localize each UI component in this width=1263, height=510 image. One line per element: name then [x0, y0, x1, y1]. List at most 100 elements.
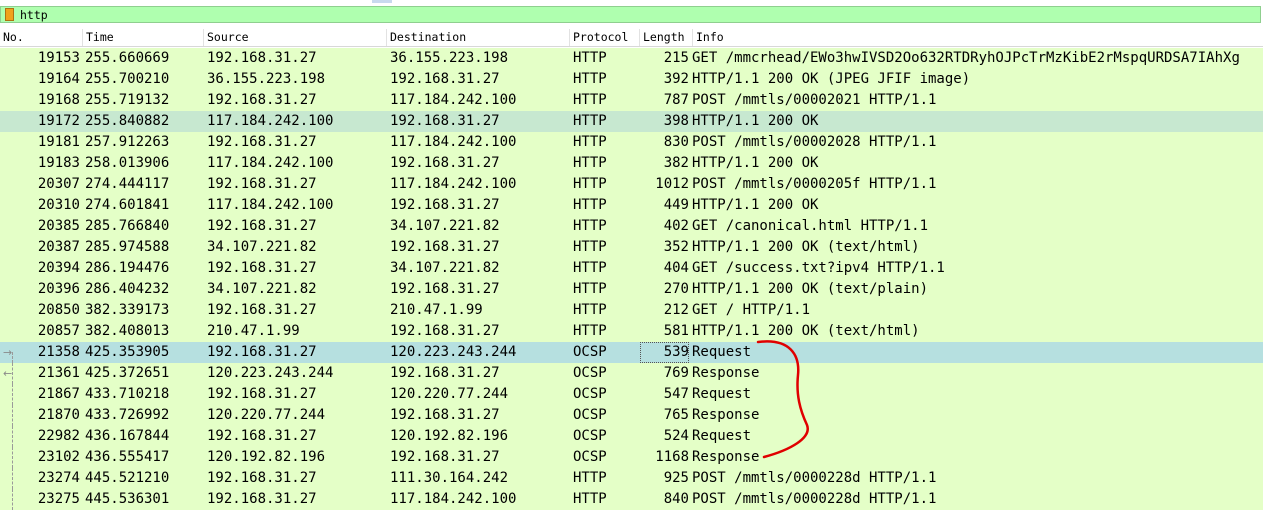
- table-row[interactable]: 23274 445.521210 192.168.31.27 111.30.164.2…: [0, 468, 1263, 489]
- packet-protocol: HTTP: [573, 302, 607, 318]
- packet-protocol: HTTP: [573, 281, 607, 297]
- packet-length: 1012: [655, 176, 689, 192]
- packet-source: 120.220.77.244: [207, 407, 326, 423]
- column-header-length[interactable]: Length: [639, 29, 692, 46]
- packet-length: 787: [663, 92, 689, 108]
- table-row[interactable]: 21867 433.710218 192.168.31.27 120.220.77.2…: [0, 384, 1263, 405]
- table-row[interactable]: 19181 257.912263 192.168.31.27 117.184.242.…: [0, 132, 1263, 153]
- packet-info: POST /mmtls/0000228d HTTP/1.1: [692, 491, 937, 507]
- packet-number: 20387: [37, 239, 80, 255]
- column-header-no[interactable]: No.: [0, 29, 82, 46]
- column-header-info[interactable]: Info: [692, 29, 1263, 46]
- packet-destination: 117.184.242.100: [390, 92, 517, 108]
- packet-time: 255.719132: [85, 92, 170, 108]
- packet-destination: 192.168.31.27: [390, 407, 500, 423]
- display-filter-input[interactable]: http: [20, 8, 48, 22]
- packet-source: 192.168.31.27: [207, 218, 317, 234]
- packet-protocol: HTTP: [573, 218, 607, 234]
- packet-destination: 192.168.31.27: [390, 323, 500, 339]
- packet-time: 255.840882: [85, 113, 170, 129]
- packet-destination: 192.168.31.27: [390, 365, 500, 381]
- packet-info: Response: [692, 365, 760, 381]
- packet-destination: 192.168.31.27: [390, 71, 500, 87]
- table-row[interactable]: 20857 382.408013 210.47.1.99 192.168.31.27 H…: [0, 321, 1263, 342]
- table-row[interactable]: 23102 436.555417 120.192.82.196 192.168.31.…: [0, 447, 1263, 468]
- packet-time: 436.555417: [85, 449, 170, 465]
- toolbar-edge: [372, 0, 392, 3]
- packet-protocol: HTTP: [573, 491, 607, 507]
- packet-source: 120.192.82.196: [207, 449, 326, 465]
- packet-source: 120.223.243.244: [207, 365, 334, 381]
- table-row[interactable]: 22982 436.167844 192.168.31.27 120.192.82.1…: [0, 426, 1263, 447]
- packet-length: 1168: [655, 449, 689, 465]
- table-row[interactable]: 19168 255.719132 192.168.31.27 117.184.242.…: [0, 90, 1263, 111]
- packet-info: Response: [692, 407, 760, 423]
- packet-time: 382.408013: [85, 323, 170, 339]
- packet-number: 23275: [37, 491, 80, 507]
- packet-length: 382: [663, 155, 689, 171]
- table-row[interactable]: 19164 255.700210 36.155.223.198 192.168.31.…: [0, 69, 1263, 90]
- display-filter-bar[interactable]: http: [0, 6, 1261, 23]
- table-row[interactable]: 19183 258.013906 117.184.242.100 192.168.31…: [0, 153, 1263, 174]
- packet-length: 352: [663, 239, 689, 255]
- table-row[interactable]: 20310 274.601841 117.184.242.100 192.168.31…: [0, 195, 1263, 216]
- packet-info: HTTP/1.1 200 OK (JPEG JFIF image): [692, 71, 971, 87]
- packet-number: 20394: [37, 260, 80, 276]
- packet-info: GET /success.txt?ipv4 HTTP/1.1: [692, 260, 945, 276]
- packet-length: 270: [663, 281, 689, 297]
- packet-source: 192.168.31.27: [207, 50, 317, 66]
- table-row[interactable]: 20394 286.194476 192.168.31.27 34.107.221.8…: [0, 258, 1263, 279]
- packet-protocol: HTTP: [573, 50, 607, 66]
- packet-source: 34.107.221.82: [207, 239, 317, 255]
- packet-number: 21361: [37, 365, 80, 381]
- packet-number: 20850: [37, 302, 80, 318]
- packet-destination: 192.168.31.27: [390, 113, 500, 129]
- packet-destination: 36.155.223.198: [390, 50, 509, 66]
- packet-source: 117.184.242.100: [207, 197, 334, 213]
- packet-protocol: OCSP: [573, 365, 607, 381]
- packet-source: 34.107.221.82: [207, 281, 317, 297]
- packet-time: 285.974588: [85, 239, 170, 255]
- packet-length: 398: [663, 113, 689, 129]
- table-row[interactable]: ← 21361 425.372651 120.223.243.244 192.168.3…: [0, 363, 1263, 384]
- packet-source: 192.168.31.27: [207, 302, 317, 318]
- table-row[interactable]: → 21358 425.353905 192.168.31.27 120.223.243…: [0, 342, 1263, 363]
- packet-time: 286.404232: [85, 281, 170, 297]
- packet-length: 404: [663, 260, 689, 276]
- table-row[interactable]: 21870 433.726992 120.220.77.244 192.168.31.…: [0, 405, 1263, 426]
- table-row[interactable]: 19153 255.660669 192.168.31.27 36.155.223.1…: [0, 48, 1263, 69]
- table-row[interactable]: 20307 274.444117 192.168.31.27 117.184.242.…: [0, 174, 1263, 195]
- packet-destination: 192.168.31.27: [390, 449, 500, 465]
- table-row[interactable]: 23275 445.536301 192.168.31.27 117.184.242.…: [0, 489, 1263, 510]
- packet-info: POST /mmtls/00002028 HTTP/1.1: [692, 134, 937, 150]
- packet-source: 192.168.31.27: [207, 260, 317, 276]
- packet-info: POST /mmtls/0000205f HTTP/1.1: [692, 176, 937, 192]
- packet-length: 840: [663, 491, 689, 507]
- table-row[interactable]: 19172 255.840882 117.184.242.100 192.168.31…: [0, 111, 1263, 132]
- packet-protocol: HTTP: [573, 470, 607, 486]
- packet-length: 765: [663, 407, 689, 423]
- bookmark-icon[interactable]: [5, 8, 14, 21]
- packet-destination: 192.168.31.27: [390, 281, 500, 297]
- table-row[interactable]: 20387 285.974588 34.107.221.82 192.168.31.2…: [0, 237, 1263, 258]
- packet-info: HTTP/1.1 200 OK (text/plain): [692, 281, 929, 297]
- packet-destination: 120.220.77.244: [390, 386, 509, 402]
- packet-length: 830: [663, 134, 689, 150]
- packet-info: GET /mmcrhead/EWo3hwIVSD2Oo632RTDRyhOJPc…: [692, 50, 1240, 66]
- column-header-destination[interactable]: Destination: [386, 29, 569, 46]
- packet-info: Request: [692, 344, 752, 360]
- column-header-source[interactable]: Source: [203, 29, 386, 46]
- column-header-time[interactable]: Time: [82, 29, 203, 46]
- packet-length: 581: [663, 323, 689, 339]
- packet-number: 20857: [37, 323, 80, 339]
- packet-info: Request: [692, 428, 752, 444]
- table-row[interactable]: 20850 382.339173 192.168.31.27 210.47.1.99 H…: [0, 300, 1263, 321]
- packet-protocol: OCSP: [573, 449, 607, 465]
- packet-number: 19168: [37, 92, 80, 108]
- table-row[interactable]: 20385 285.766840 192.168.31.27 34.107.221.8…: [0, 216, 1263, 237]
- packet-protocol: HTTP: [573, 197, 607, 213]
- table-row[interactable]: 20396 286.404232 34.107.221.82 192.168.31.2…: [0, 279, 1263, 300]
- column-header-protocol[interactable]: Protocol: [569, 29, 639, 46]
- packet-length: 925: [663, 470, 689, 486]
- packet-number: 19164: [37, 71, 80, 87]
